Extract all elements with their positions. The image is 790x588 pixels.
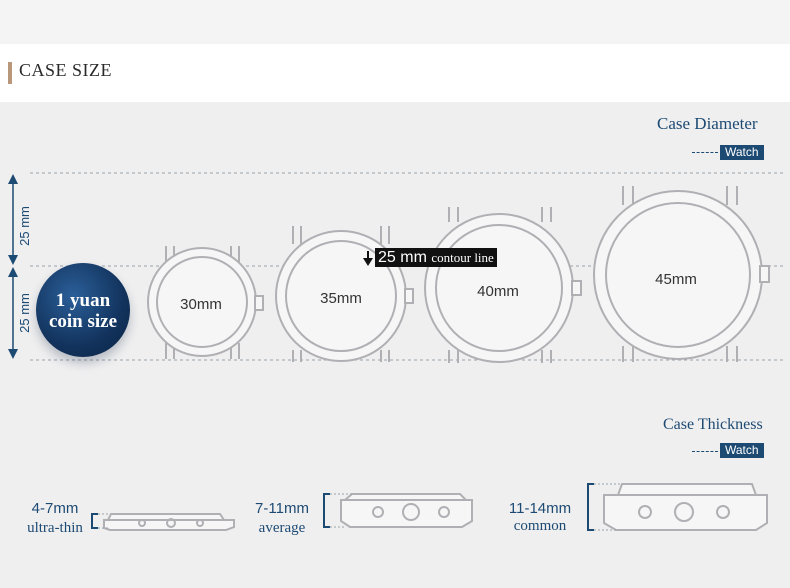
watch-40mm-label: 40mm [477,283,519,300]
coin-label-line1: 1 yuan [55,290,111,311]
thickness-range-average: 7-11mm [255,500,309,517]
thickness-type-ultra-thin: ultra-thin [27,520,83,536]
thickness-type-common: common [513,518,567,534]
thickness-tag-dash [692,451,718,452]
contour-line-label: 25 mm contour line [375,248,497,267]
thickness-watch-tag: Watch [720,443,764,458]
coin-label-line2: coin size [48,311,118,332]
watch-30mm-label: 30mm [180,296,222,313]
watch-45mm-label: 45mm [655,271,697,288]
thickness-profile-ultra-thin [103,513,235,531]
axis-label-bottom: 25 mm [17,293,32,333]
thickness-range-ultra-thin: 4-7mm [31,500,79,517]
contour-text: contour line [431,250,494,265]
watch-35mm-label: 35mm [320,290,362,307]
thickness-range-common: 11-14mm [508,500,572,517]
axis-label-top: 25 mm [17,206,32,246]
coin-1-yuan: 1 yuan coin size [36,263,130,357]
thickness-profile-common [603,483,768,531]
thickness-profile-average [340,493,473,528]
case-thickness-title: Case Thickness [663,416,763,433]
contour-value: 25 mm [378,249,427,266]
thickness-type-average: average [258,520,306,536]
